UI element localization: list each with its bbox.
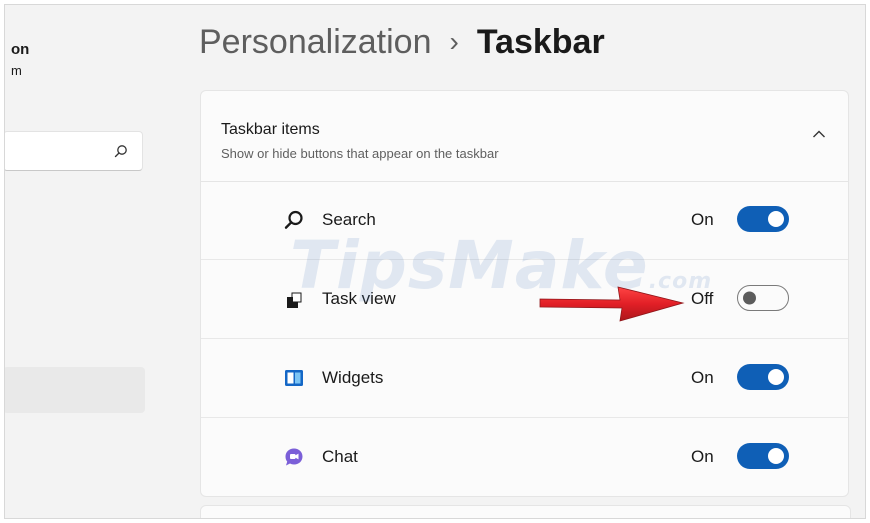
profile-name: on xyxy=(11,41,30,58)
toggle-state-label: Off xyxy=(691,289,714,308)
toggle-knob xyxy=(768,448,784,464)
settings-window: on m Personalization › Taskbar Taskbar ite… xyxy=(4,4,866,519)
toggle-state-label: On xyxy=(691,210,714,229)
taskbar-items-card: Taskbar items Show or hide buttons that … xyxy=(200,90,849,497)
taskbar-item-widgets: Widgets On xyxy=(201,339,848,418)
settings-search-input[interactable] xyxy=(5,131,143,171)
chat-toggle[interactable] xyxy=(737,443,789,469)
section-description: Show or hide buttons that appear on the … xyxy=(221,146,499,161)
search-toggle[interactable] xyxy=(737,206,789,232)
item-label: Search xyxy=(322,210,376,229)
taskbar-item-task-view: Task view Off xyxy=(201,260,848,339)
red-arrow-icon xyxy=(539,286,685,322)
item-label: Chat xyxy=(322,447,358,466)
toggle-state-label: On xyxy=(691,447,714,466)
sidebar-item-personalization[interactable] xyxy=(5,367,145,413)
taskbar-item-chat: Chat On xyxy=(201,418,848,497)
item-label: Widgets xyxy=(322,368,384,387)
breadcrumb: Personalization › Taskbar xyxy=(199,23,605,62)
chevron-up-icon[interactable] xyxy=(812,129,826,139)
widgets-icon xyxy=(285,370,303,386)
next-settings-card xyxy=(200,505,851,518)
toggle-knob xyxy=(768,211,784,227)
search-icon xyxy=(284,210,303,229)
widgets-toggle[interactable] xyxy=(737,364,789,390)
toggle-knob xyxy=(768,369,784,385)
taskbar-item-search: Search On xyxy=(201,181,848,260)
toggle-knob xyxy=(743,291,756,305)
breadcrumb-separator: › xyxy=(449,26,459,57)
task-view-toggle[interactable] xyxy=(737,285,789,311)
breadcrumb-personalization[interactable]: Personalization xyxy=(199,23,431,61)
section-title: Taskbar items xyxy=(221,121,320,138)
item-label: Task view xyxy=(322,289,396,308)
page-title: Taskbar xyxy=(476,23,605,61)
toggle-state-label: On xyxy=(691,368,714,387)
task-view-icon xyxy=(287,292,302,308)
taskbar-items-header[interactable]: Taskbar items Show or hide buttons that … xyxy=(201,91,848,182)
chat-icon xyxy=(285,448,303,466)
profile-email: m xyxy=(11,63,22,78)
search-icon xyxy=(114,145,127,158)
